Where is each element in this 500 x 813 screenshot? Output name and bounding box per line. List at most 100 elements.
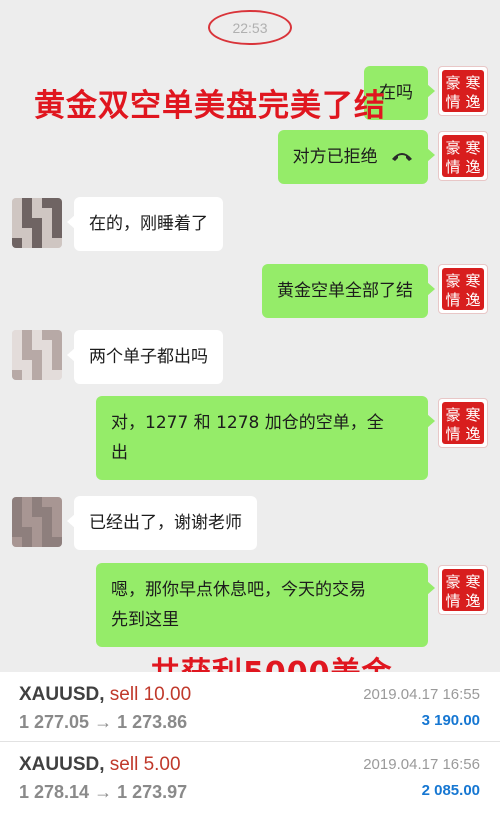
avatar-pixel bbox=[52, 228, 62, 238]
my-avatar[interactable]: 豪寒情逸 bbox=[438, 565, 488, 615]
svg-text:情: 情 bbox=[445, 93, 460, 111]
svg-text:豪: 豪 bbox=[445, 139, 460, 157]
svg-text:情: 情 bbox=[445, 158, 460, 176]
svg-text:寒: 寒 bbox=[465, 272, 480, 290]
message-bubble-received[interactable]: 已经出了，谢谢老师 bbox=[67, 496, 257, 550]
trade-history: XAUUSD, sell 10.00 1 277.05 → 1 273.86 2… bbox=[0, 672, 500, 813]
avatar-pixel bbox=[42, 537, 52, 547]
svg-text:寒: 寒 bbox=[465, 74, 480, 92]
contact-avatar[interactable] bbox=[12, 497, 62, 547]
message-text-line: 嗯，那你早点休息吧，今天的交易 bbox=[111, 580, 366, 600]
avatar-pixel bbox=[32, 370, 42, 380]
avatar-pixel bbox=[32, 507, 42, 517]
trade-date: 2019.04.17 16:56 bbox=[363, 756, 480, 773]
message-text-line: 对，1277 和 1278 加仓的空单，全 bbox=[111, 413, 384, 433]
trade-row[interactable]: XAUUSD, sell 5.00 1 278.14 → 1 273.97 20… bbox=[0, 742, 500, 812]
my-avatar[interactable]: 豪寒情逸 bbox=[438, 66, 488, 116]
avatar-pixel bbox=[42, 198, 52, 208]
avatar-pixel bbox=[32, 218, 42, 228]
message-bubble-sent[interactable]: 对方已拒绝 bbox=[277, 130, 436, 184]
avatar-pixel bbox=[12, 198, 22, 208]
avatar-pixel bbox=[32, 208, 42, 218]
message-text-line: 出 bbox=[111, 443, 128, 463]
avatar-pixel bbox=[22, 218, 32, 228]
avatar-pixel bbox=[22, 517, 32, 527]
phone-hangup-icon bbox=[391, 142, 413, 172]
my-avatar[interactable]: 豪寒情逸 bbox=[438, 398, 488, 448]
avatar-pixel bbox=[12, 350, 22, 360]
avatar-pixel bbox=[32, 537, 42, 547]
avatar-pixel bbox=[52, 198, 62, 208]
avatar-pixel bbox=[22, 507, 32, 517]
avatar-pixel bbox=[52, 370, 62, 380]
avatar-pixel bbox=[22, 330, 32, 340]
message-text: 在的，刚睡着了 bbox=[89, 214, 208, 234]
svg-text:豪: 豪 bbox=[445, 272, 460, 290]
avatar-pixel bbox=[12, 208, 22, 218]
svg-text:寒: 寒 bbox=[465, 406, 480, 424]
message-text: 两个单子都出吗 bbox=[89, 347, 208, 367]
trade-open-price: 1 277.05 bbox=[19, 712, 90, 732]
message-bubble-sent[interactable]: 黄金空单全部了结 bbox=[262, 264, 435, 318]
message-bubble-sent[interactable]: 嗯，那你早点休息吧，今天的交易 先到这里 bbox=[96, 563, 435, 647]
message-bubble-received[interactable]: 在的，刚睡着了 bbox=[67, 197, 223, 251]
trade-close-price: 1 273.86 bbox=[117, 712, 188, 732]
avatar-pixel bbox=[32, 517, 42, 527]
avatar-pixel bbox=[32, 330, 42, 340]
avatar-pixel bbox=[52, 517, 62, 527]
trade-action: sell 10.00 bbox=[109, 684, 192, 705]
avatar-pixel bbox=[12, 370, 22, 380]
seal-stamp-logo: 豪寒情逸 bbox=[442, 268, 484, 310]
chat-area: 22:53 在吗 豪寒情逸 对方已拒绝 豪寒情逸 在的，刚睡着了 黄金空单全部了… bbox=[0, 0, 500, 691]
svg-text:逸: 逸 bbox=[465, 93, 480, 111]
avatar-pixel bbox=[12, 507, 22, 517]
avatar-pixel bbox=[32, 228, 42, 238]
avatar-pixel bbox=[22, 198, 32, 208]
svg-text:逸: 逸 bbox=[465, 592, 480, 610]
message-text: 黄金空单全部了结 bbox=[277, 281, 413, 301]
svg-text:逸: 逸 bbox=[465, 425, 480, 443]
avatar-pixel bbox=[52, 497, 62, 507]
headline-caption: 黄金双空单美盘完美了结 bbox=[34, 88, 386, 124]
avatar-pixel bbox=[22, 340, 32, 350]
timestamp-highlight-oval: 22:53 bbox=[208, 10, 292, 45]
contact-avatar[interactable] bbox=[12, 330, 62, 380]
avatar-pixel bbox=[32, 238, 42, 248]
trade-row[interactable]: XAUUSD, sell 10.00 1 277.05 → 1 273.86 2… bbox=[0, 672, 500, 742]
avatar-pixel bbox=[42, 527, 52, 537]
seal-stamp-logo: 豪寒情逸 bbox=[442, 135, 484, 177]
avatar-pixel bbox=[52, 208, 62, 218]
trade-close-price: 1 273.97 bbox=[117, 782, 188, 802]
arrow-right-icon: → bbox=[94, 782, 113, 802]
my-avatar[interactable]: 豪寒情逸 bbox=[438, 264, 488, 314]
message-bubble-received[interactable]: 两个单子都出吗 bbox=[67, 330, 223, 384]
avatar-pixel bbox=[12, 340, 22, 350]
message-bubble-sent[interactable]: 对，1277 和 1278 加仓的空单，全 出 bbox=[96, 396, 435, 480]
svg-text:寒: 寒 bbox=[465, 139, 480, 157]
avatar-pixel bbox=[52, 507, 62, 517]
message-text-line: 先到这里 bbox=[111, 610, 179, 630]
avatar-pixel bbox=[42, 507, 52, 517]
avatar-pixel bbox=[32, 497, 42, 507]
svg-text:豪: 豪 bbox=[445, 406, 460, 424]
trade-symbol: XAUUSD, bbox=[19, 684, 105, 705]
avatar-pixel bbox=[42, 370, 52, 380]
trade-profit: 3 190.00 bbox=[421, 712, 480, 729]
svg-text:寒: 寒 bbox=[465, 573, 480, 591]
avatar-pixel bbox=[22, 370, 32, 380]
seal-stamp-logo: 豪寒情逸 bbox=[442, 70, 484, 112]
avatar-pixel bbox=[52, 218, 62, 228]
trade-action: sell 5.00 bbox=[109, 754, 181, 775]
avatar-pixel bbox=[22, 497, 32, 507]
svg-text:逸: 逸 bbox=[465, 158, 480, 176]
svg-text:豪: 豪 bbox=[445, 74, 460, 92]
my-avatar[interactable]: 豪寒情逸 bbox=[438, 131, 488, 181]
avatar-pixel bbox=[42, 360, 52, 370]
avatar-pixel bbox=[22, 208, 32, 218]
avatar-pixel bbox=[42, 330, 52, 340]
avatar-pixel bbox=[42, 238, 52, 248]
avatar-pixel bbox=[42, 208, 52, 218]
avatar-pixel bbox=[12, 497, 22, 507]
contact-avatar[interactable] bbox=[12, 198, 62, 248]
avatar-pixel bbox=[12, 527, 22, 537]
